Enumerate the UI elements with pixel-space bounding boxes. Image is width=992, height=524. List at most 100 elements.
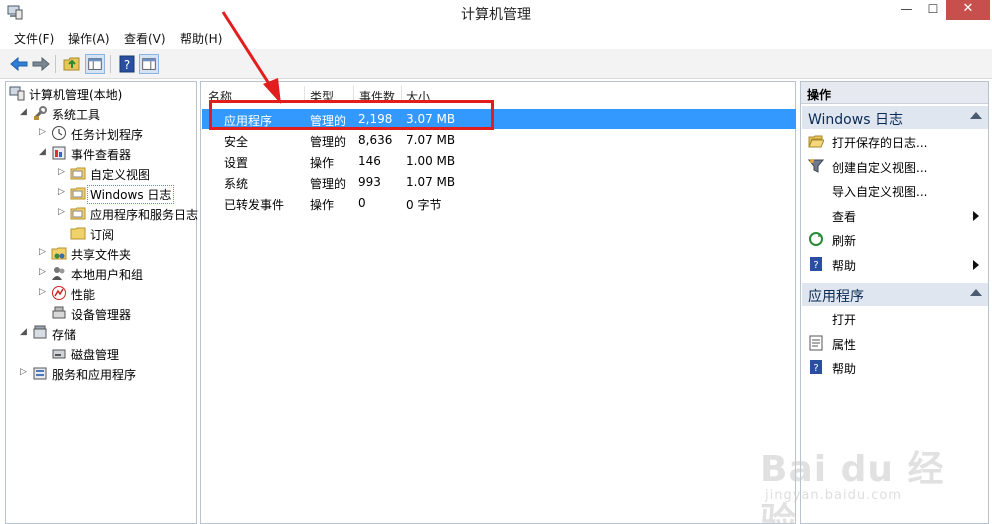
folder-icon	[70, 187, 86, 200]
table-cell-size: 1.00 MB	[406, 154, 456, 168]
open-folder-icon	[808, 135, 824, 148]
task-scheduler-icon	[52, 126, 66, 140]
actions-section-title: Windows 日志	[808, 112, 903, 128]
shared-folder-icon	[51, 247, 67, 260]
toolbar: ?	[0, 49, 992, 79]
up-folder-icon[interactable]	[62, 54, 82, 74]
action-item-label: 帮助	[832, 258, 857, 273]
watermark-logo-text: Bai du 经验	[760, 449, 945, 524]
tree-item-label: 存储	[52, 328, 77, 342]
tree-expand-arrow-icon[interactable]: ▷	[39, 247, 49, 257]
tree-expand-arrow-icon[interactable]: ▷	[39, 127, 49, 137]
table-row[interactable]: 已转发事件 操作 0 0 字节	[202, 193, 796, 213]
properties-icon	[809, 335, 823, 350]
watermark-url: jingyan.baidu.com	[765, 488, 902, 503]
log-list-pane: 名称 类型 事件数 大小 应用程序 管理的 2,198 3.07 MB 安全 管理的 8,6…	[200, 81, 796, 524]
menu-file[interactable]: 文件(F)	[14, 30, 54, 47]
menu-view[interactable]: 查看(V)	[124, 30, 166, 47]
close-button[interactable]: ✕	[946, 0, 990, 20]
tree-expand-arrow-icon[interactable]: ▷	[58, 167, 68, 177]
table-cell-count: 146	[358, 154, 381, 168]
tree-item-label: 设备管理器	[71, 308, 132, 322]
table-row[interactable]: 设置 操作 146 1.00 MB	[202, 151, 796, 171]
tree-expand-arrow-icon[interactable]: ▷	[58, 207, 68, 217]
help-icon: ?	[810, 256, 822, 271]
tree-collapse-arrow-icon[interactable]: ◢	[20, 327, 30, 337]
action-item[interactable]: 刷新	[802, 228, 988, 250]
tree-expand-arrow-icon[interactable]: ▷	[58, 187, 68, 197]
folder-icon	[70, 207, 86, 220]
show-hide-console-tree-icon[interactable]	[85, 54, 105, 74]
tree-item-label: 事件查看器	[71, 148, 132, 162]
tree-expand-arrow-icon[interactable]: ▷	[39, 267, 49, 277]
system-tools-icon	[33, 106, 47, 120]
tree-item-label: 磁盘管理	[71, 348, 120, 362]
back-arrow-icon[interactable]	[9, 54, 29, 74]
table-cell-size: 7.07 MB	[406, 133, 456, 147]
performance-icon	[52, 286, 66, 300]
tree-item-label: 性能	[71, 288, 96, 302]
refresh-icon	[809, 232, 823, 246]
action-item[interactable]: ? 帮助	[802, 253, 988, 275]
action-item[interactable]: 查看	[802, 204, 988, 226]
tree-expand-arrow-icon[interactable]: ▷	[39, 287, 49, 297]
actions-header-label: 操作	[807, 88, 832, 102]
tree-collapse-arrow-icon[interactable]: ◢	[20, 107, 30, 117]
table-cell-name: 已转发事件	[224, 198, 285, 212]
table-row[interactable]: 安全 管理的 8,636 7.07 MB	[202, 130, 796, 150]
menu-action[interactable]: 操作(A)	[68, 30, 110, 47]
action-item[interactable]: 打开	[802, 307, 988, 329]
window-title: 计算机管理	[461, 7, 531, 23]
toolbar-separator	[110, 55, 111, 73]
action-item-label: 帮助	[832, 362, 857, 376]
tree-item-label: 服务和应用程序	[52, 368, 137, 382]
actions-section-header[interactable]: 应用程序	[802, 283, 988, 306]
action-item[interactable]: 属性	[802, 332, 988, 354]
action-item[interactable]: 导入自定义视图...	[802, 179, 988, 201]
actions-section-header[interactable]: Windows 日志	[802, 106, 988, 129]
tree-expand-arrow-icon[interactable]: ▷	[20, 367, 30, 377]
event-viewer-icon	[52, 146, 66, 160]
toolbar-separator	[55, 55, 56, 73]
help-icon[interactable]: ?	[117, 54, 137, 74]
table-cell-type: 操作	[310, 198, 335, 212]
collapse-triangle-icon[interactable]	[970, 289, 982, 296]
forward-arrow-icon[interactable]	[31, 54, 51, 74]
disk-management-icon	[52, 349, 66, 359]
storage-icon	[33, 325, 47, 339]
tree-item-label: 计算机管理(本地)	[29, 88, 123, 102]
minimize-button[interactable]: —	[893, 0, 920, 20]
console-tree-pane: 计算机管理(本地) ◢ 系统工具 ▷ 任务计划程序 ◢ 事件查看器 ▷ 自定义视图 ▷ Window…	[5, 81, 199, 524]
table-cell-count: 8,636	[358, 133, 393, 147]
tree-collapse-arrow-icon[interactable]: ◢	[39, 147, 49, 157]
action-item-label: 属性	[832, 337, 857, 352]
svg-text:?: ?	[813, 363, 818, 374]
maximize-button[interactable]: ☐	[920, 0, 946, 20]
tree-item-label: 订阅	[90, 228, 115, 242]
tree-item-label: 应用程序和服务日志	[90, 208, 199, 222]
actions-section-title: 应用程序	[808, 289, 864, 305]
tree-item-label: 共享文件夹	[71, 248, 132, 262]
submenu-arrow-icon	[973, 259, 979, 270]
device-manager-icon	[52, 306, 66, 319]
tree-item-label: 任务计划程序	[71, 128, 144, 142]
baidu-jingyan-watermark: Bai du 经验 jingyan.baidu.com	[760, 430, 980, 524]
subscription-icon	[70, 227, 86, 240]
action-item[interactable]: 打开保存的日志...	[802, 130, 988, 152]
table-cell-type: 管理的	[310, 135, 347, 149]
folder-icon	[70, 167, 86, 180]
table-row[interactable]: 系统 管理的 993 1.07 MB	[202, 172, 796, 192]
action-item[interactable]: ? 帮助	[802, 356, 988, 378]
tree-item-label: Windows 日志	[87, 185, 175, 204]
action-item[interactable]: 创建自定义视图...	[802, 155, 988, 177]
collapse-triangle-icon[interactable]	[970, 112, 982, 119]
table-cell-name: 安全	[224, 135, 249, 149]
help-icon: ?	[810, 360, 822, 374]
show-hide-action-pane-icon[interactable]	[139, 54, 159, 74]
submenu-arrow-icon	[973, 210, 979, 221]
actions-header: 操作	[801, 82, 988, 104]
action-item-label: 打开保存的日志...	[832, 136, 928, 150]
title-bar: 计算机管理 — ☐ ✕	[0, 0, 992, 26]
menu-bar: 文件(F) 操作(A) 查看(V) 帮助(H)	[0, 26, 992, 49]
services-icon	[33, 367, 47, 380]
